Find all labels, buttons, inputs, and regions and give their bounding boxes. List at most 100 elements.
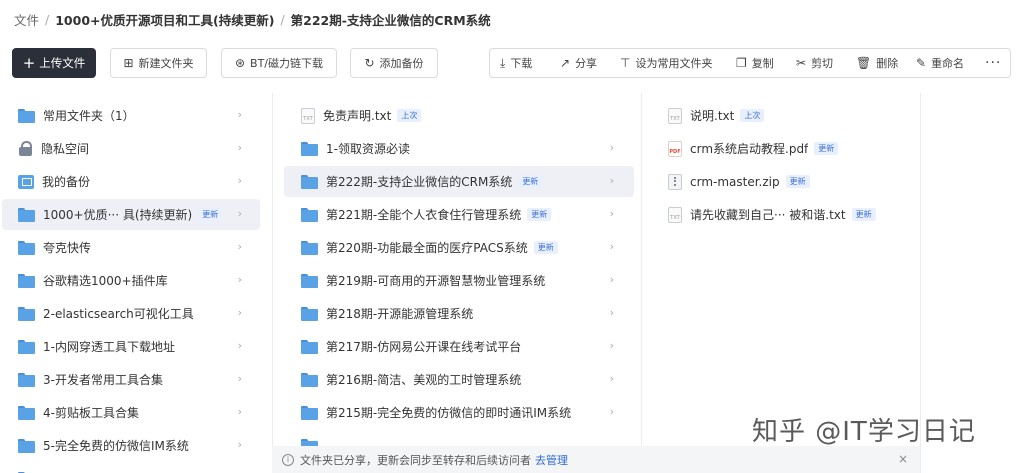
update-badge: 更新 bbox=[198, 208, 223, 221]
share-button[interactable]: ↗ 分享 bbox=[560, 49, 597, 77]
folder-icon bbox=[301, 306, 318, 321]
folder-row-selected[interactable]: 第222期-支持企业微信的CRM系统 更新 › bbox=[284, 166, 634, 197]
folder-row[interactable]: 第215期-完全免费的仿微信的即时通讯IM系统 › bbox=[284, 397, 634, 428]
folder-icon bbox=[18, 108, 35, 123]
txt-file-icon: TXT bbox=[301, 107, 315, 124]
update-badge: 更新 bbox=[851, 208, 876, 221]
plus-icon: + bbox=[22, 54, 36, 72]
folder-icon bbox=[18, 207, 35, 222]
chevron-right-icon: › bbox=[237, 405, 242, 418]
pdf-file-icon: PDF bbox=[668, 140, 682, 157]
sidebar-item-chrome-plugins[interactable]: 谷歌精选1000+插件库 › bbox=[2, 265, 260, 296]
breadcrumb-separator: / bbox=[280, 11, 285, 27]
sidebar-item-common-folders[interactable]: 常用文件夹（1） › bbox=[2, 100, 260, 131]
file-row-readme[interactable]: TXT 说明.txt 上次 bbox=[650, 100, 920, 131]
folder-icon bbox=[301, 372, 318, 387]
sidebar-item-im-system[interactable]: 5-完全免费的仿微信IM系统 › bbox=[2, 430, 260, 461]
folder-icon bbox=[301, 240, 318, 255]
breadcrumb-current: 第222期-支持企业微信的CRM系统 bbox=[290, 12, 491, 28]
new-folder-label: 新建文件夹 bbox=[138, 57, 194, 70]
chevron-right-icon: › bbox=[609, 405, 614, 418]
sidebar-item-private-space[interactable]: 隐私空间 › bbox=[2, 133, 260, 164]
folder-row[interactable]: 第217期-仿网易公开课在线考试平台 › bbox=[284, 331, 634, 362]
copy-button[interactable]: ❐ 复制 bbox=[736, 49, 774, 77]
sidebar-item-clipboard-tools[interactable]: 4-剪贴板工具合集 › bbox=[2, 397, 260, 428]
rename-button[interactable]: ✎ 重命名 bbox=[916, 49, 964, 77]
folder-row[interactable]: 1-领取资源必读 › bbox=[284, 133, 634, 164]
chevron-right-icon: › bbox=[237, 339, 242, 352]
sidebar-item-dev-tools[interactable]: 3-开发者常用工具合集 › bbox=[2, 364, 260, 395]
share-label: 分享 bbox=[575, 57, 598, 70]
close-icon[interactable]: × bbox=[898, 452, 908, 466]
cut-label: 剪切 bbox=[811, 57, 834, 70]
file-actions-bar: ⤓ 下载 ↗ 分享 ⊤ 设为常用文件夹 ❐ 复制 ✂ 剪切 🗑 删除 ✎ 重命名… bbox=[489, 48, 1011, 78]
manage-link[interactable]: 去管理 bbox=[535, 452, 568, 468]
folder-row[interactable]: 第220期-功能最全面的医疗PACS系统 更新 › bbox=[284, 232, 634, 263]
sidebar-item-label: 谷歌精选1000+插件库 bbox=[43, 274, 168, 288]
folder-name: 第220期-功能最全面的医疗PACS系统 bbox=[326, 241, 528, 255]
folder-name: 第221期-全能个人衣食住行管理系统 bbox=[326, 208, 522, 222]
upload-button[interactable]: + 上传文件 bbox=[12, 48, 96, 78]
breadcrumb-level1[interactable]: 1000+优质开源项目和工具(持续更新) bbox=[55, 10, 274, 29]
folder-icon bbox=[301, 405, 318, 420]
folder-name: 第219期-可商用的开源智慧物业管理系统 bbox=[326, 274, 546, 288]
download-icon: ⤓ bbox=[500, 55, 506, 70]
cut-button[interactable]: ✂ 剪切 bbox=[796, 49, 833, 77]
file-row-notice[interactable]: TXT 请先收藏到自己··· 被和谐.txt 更新 bbox=[650, 199, 920, 230]
folder-name: 第217期-仿网易公开课在线考试平台 bbox=[326, 340, 522, 354]
add-backup-button[interactable]: ↻ 添加备份 bbox=[350, 48, 438, 78]
chevron-right-icon: › bbox=[609, 273, 614, 286]
sidebar-item-intranet-tools[interactable]: 1-内网穿透工具下载地址 › bbox=[2, 331, 260, 362]
info-icon: i bbox=[282, 453, 294, 466]
more-button[interactable]: ··· bbox=[985, 49, 1001, 77]
chevron-right-icon: › bbox=[609, 372, 614, 385]
sidebar-item-elasticsearch[interactable]: 2-elasticsearch可视化工具 › bbox=[2, 298, 260, 329]
folder-icon bbox=[301, 339, 318, 354]
folder-row[interactable]: 第221期-全能个人衣食住行管理系统 更新 › bbox=[284, 199, 634, 230]
bt-download-button[interactable]: ⊛ BT/磁力链下载 bbox=[221, 48, 337, 78]
file-row-pdf[interactable]: PDF crm系统启动教程.pdf 更新 bbox=[650, 133, 920, 164]
sidebar-item-partial[interactable] bbox=[2, 463, 260, 473]
sidebar-item-opensource-projects[interactable]: 1000+优质··· 具(持续更新) 更新 › bbox=[2, 199, 260, 230]
sidebar-item-label: 4-剪贴板工具合集 bbox=[43, 406, 139, 420]
folder-name: 第218期-开源能源管理系统 bbox=[326, 307, 474, 321]
update-badge: 更新 bbox=[533, 241, 558, 254]
update-badge: 更新 bbox=[814, 142, 839, 155]
sidebar-item-label: 1000+优质··· 具(持续更新) bbox=[43, 208, 193, 222]
file-row-zip[interactable]: crm-master.zip 更新 bbox=[650, 166, 920, 197]
folder-row[interactable]: 第216期-简洁、美观的工时管理系统 › bbox=[284, 364, 634, 395]
trash-icon: 🗑 bbox=[856, 56, 872, 70]
file-row-disclaimer[interactable]: TXT 免责声明.txt 上次 bbox=[284, 100, 634, 131]
folder-row[interactable]: 第218期-开源能源管理系统 › bbox=[284, 298, 634, 329]
sidebar-item-label: 隐私空间 bbox=[41, 142, 90, 156]
breadcrumb-root[interactable]: 文件 bbox=[14, 10, 39, 29]
refresh-icon: ↻ bbox=[364, 56, 375, 70]
chevron-right-icon: › bbox=[237, 240, 242, 253]
folder-icon bbox=[18, 273, 35, 288]
chevron-right-icon: › bbox=[237, 108, 242, 121]
chevron-right-icon: › bbox=[237, 438, 242, 451]
chevron-right-icon: › bbox=[609, 174, 614, 187]
folder-icon bbox=[18, 438, 35, 453]
file-name: crm系统启动教程.pdf bbox=[690, 142, 809, 156]
set-common-folder-button[interactable]: ⊤ 设为常用文件夹 bbox=[620, 49, 712, 77]
notice-text: 文件夹已分享，更新会同步至转存和后续访问者 bbox=[300, 453, 531, 467]
chevron-right-icon: › bbox=[237, 174, 242, 187]
folder-row[interactable]: 第219期-可商用的开源智慧物业管理系统 › bbox=[284, 265, 634, 296]
file-name: 请先收藏到自己··· 被和谐.txt bbox=[690, 208, 846, 222]
folder-name: 第216期-简洁、美观的工时管理系统 bbox=[326, 373, 522, 387]
sidebar-item-label: 我的备份 bbox=[42, 175, 91, 189]
sidebar-item-my-backup[interactable]: 我的备份 › bbox=[2, 166, 260, 197]
new-folder-button[interactable]: ⊞ 新建文件夹 bbox=[110, 48, 207, 78]
folder-icon bbox=[18, 240, 35, 255]
new-folder-icon: ⊞ bbox=[123, 56, 134, 70]
chevron-right-icon: › bbox=[237, 141, 242, 154]
backup-icon bbox=[18, 174, 34, 189]
folder-name: 第222期-支持企业微信的CRM系统 bbox=[326, 175, 513, 189]
sidebar-item-quark-transfer[interactable]: 夸克快传 › bbox=[2, 232, 260, 263]
update-badge: 更新 bbox=[527, 208, 552, 221]
folder-name: 1-领取资源必读 bbox=[326, 142, 410, 156]
column-divider bbox=[641, 93, 642, 473]
download-button[interactable]: ⤓ 下载 bbox=[500, 49, 532, 77]
delete-button[interactable]: 🗑 删除 bbox=[856, 49, 898, 77]
